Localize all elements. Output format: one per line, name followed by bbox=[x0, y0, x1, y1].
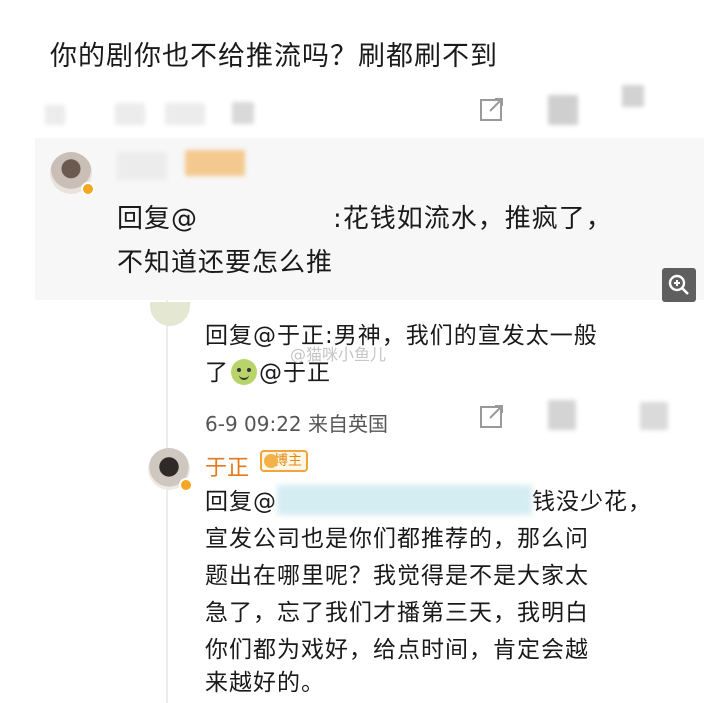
post-question: 你的剧你也不给推流吗？刷都刷不到 bbox=[50, 41, 498, 72]
blurred-region bbox=[165, 103, 205, 125]
comment-reply-text: 回复@ :花钱如流水，推疯了， bbox=[117, 198, 613, 240]
reply-prefix: 回复@ bbox=[117, 204, 199, 234]
blurred-region bbox=[232, 102, 254, 124]
reply-content: 钱没少花， bbox=[532, 489, 652, 515]
badge-label: 博主 bbox=[274, 453, 302, 469]
blurred-region bbox=[45, 105, 65, 125]
comment-3-line: 来越好的。 bbox=[205, 670, 325, 696]
comment-2-line1: 回复@于正:男神，我们的宣发太一般 bbox=[205, 323, 598, 349]
thread-line bbox=[166, 300, 168, 703]
author-avatar[interactable] bbox=[148, 448, 193, 492]
blurred-comment-icon bbox=[548, 95, 578, 125]
reply-content: :花钱如流水，推疯了， bbox=[333, 204, 613, 234]
watermark: @猫咪小鱼儿 bbox=[290, 345, 387, 364]
emoji-icon bbox=[231, 359, 257, 385]
blurred-like-icon bbox=[640, 402, 668, 430]
author-name[interactable]: 于正 bbox=[205, 450, 249, 482]
text-fragment: 了 bbox=[205, 360, 229, 386]
comment-3-line: 急了，忘了我们才播第三天，我明白 bbox=[205, 600, 589, 626]
blurred-badge bbox=[185, 150, 245, 176]
blurred-region bbox=[622, 85, 644, 107]
comment-block-1: 回复@ :花钱如流水，推疯了， 不知道还要怎么推 bbox=[35, 138, 704, 300]
redacted-mention bbox=[277, 485, 532, 515]
comment-3-line1: 回复@ 钱没少花， bbox=[205, 484, 652, 521]
comment-3-line: 题出在哪里呢？我觉得是不是大家太 bbox=[205, 563, 589, 589]
comment-2-meta: 6-9 09:22 来自英国 bbox=[205, 412, 389, 436]
verified-icon bbox=[179, 478, 193, 492]
share-icon[interactable] bbox=[478, 402, 506, 430]
comment-reply-line2: 不知道还要怎么推 bbox=[117, 248, 334, 278]
blurred-name bbox=[117, 152, 167, 180]
author-badge: 博主 bbox=[260, 450, 308, 472]
comment-3-line: 你们都为戏好，给点时间，肯定会越 bbox=[205, 637, 589, 663]
avatar[interactable] bbox=[150, 302, 190, 326]
crown-icon bbox=[264, 454, 278, 468]
share-icon[interactable] bbox=[478, 95, 506, 123]
reply-prefix: 回复@ bbox=[205, 489, 277, 515]
comment-3-line: 宣发公司也是你们都推荐的，那么问 bbox=[205, 526, 589, 552]
verified-icon bbox=[81, 182, 95, 196]
zoom-in-button[interactable] bbox=[662, 268, 696, 302]
zoom-in-icon bbox=[668, 274, 689, 295]
blurred-comment-icon bbox=[548, 400, 576, 430]
avatar[interactable] bbox=[50, 152, 95, 196]
blurred-region bbox=[115, 103, 145, 125]
